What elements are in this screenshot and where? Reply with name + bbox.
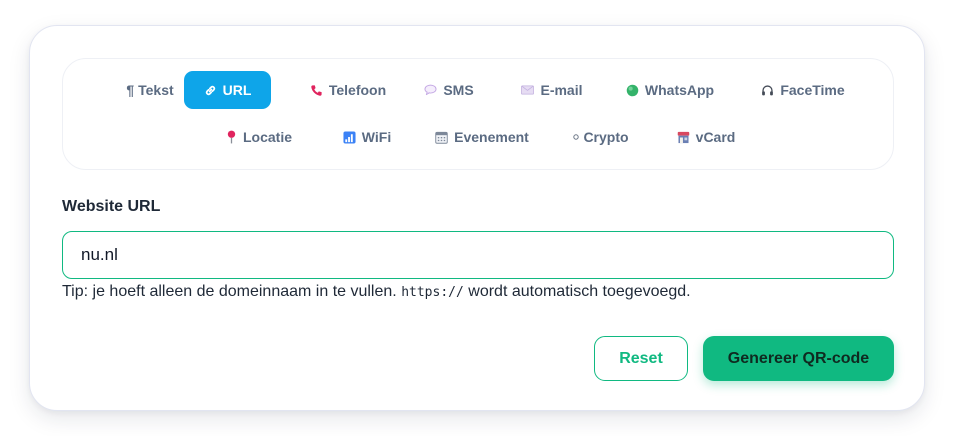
tab-label: Tekst — [138, 82, 174, 98]
signal-bars-icon — [343, 130, 356, 144]
tab-locatie[interactable]: Locatie — [221, 118, 297, 156]
generate-qr-button[interactable]: Genereer QR-code — [703, 336, 894, 381]
speech-bubble-icon — [424, 84, 437, 96]
input-tip: Tip: je hoeft alleen de domeinnaam in te… — [62, 283, 691, 301]
tab-label: vCard — [695, 129, 736, 145]
pilcrow-icon: ¶ — [126, 82, 135, 98]
tab-label: WhatsApp — [644, 82, 715, 98]
tab-label: SMS — [443, 82, 474, 98]
tab-whatsapp[interactable]: WhatsApp — [617, 71, 723, 109]
tab-url[interactable]: URL — [184, 71, 271, 109]
website-url-label: Website URL — [62, 198, 161, 215]
envelope-icon — [521, 85, 535, 95]
pushpin-icon — [226, 130, 237, 144]
headphones-icon — [761, 84, 774, 97]
tab-telefoon[interactable]: Telefoon — [288, 71, 408, 109]
website-url-input[interactable] — [62, 231, 894, 279]
link-icon — [204, 84, 217, 97]
tab-crypto[interactable]: Crypto — [563, 118, 639, 156]
tab-label: E-mail — [540, 82, 583, 98]
tab-evenement[interactable]: Evenement — [428, 118, 536, 156]
calendar-icon — [435, 131, 448, 144]
tab-vcard[interactable]: vCard — [666, 118, 746, 156]
tab-label: WiFi — [361, 129, 392, 145]
tab-label: Telefoon — [328, 82, 387, 98]
tab-label: Locatie — [242, 129, 292, 145]
tab-label: Crypto — [583, 129, 629, 145]
tab-label: URL — [222, 82, 252, 98]
tab-email[interactable]: E-mail — [512, 71, 592, 109]
tab-label: FaceTime — [780, 82, 845, 98]
tab-sms[interactable]: SMS — [417, 71, 481, 109]
tab-label: Evenement — [454, 129, 529, 145]
green-circle-icon — [626, 84, 639, 97]
tip-text: Tip: je hoeft alleen de domeinnaam in te… — [62, 283, 397, 300]
tab-facetime[interactable]: FaceTime — [753, 71, 853, 109]
contact-card-icon — [677, 131, 690, 144]
small-circle-icon — [573, 134, 580, 140]
qr-type-tabs: ¶ Tekst URL Telefoon SMS E-mail WhatsApp… — [62, 58, 894, 170]
tab-tekst[interactable]: ¶ Tekst — [103, 71, 197, 109]
tip-text-suffix: wordt automatisch toegevoegd. — [468, 283, 691, 300]
reset-button[interactable]: Reset — [594, 336, 688, 381]
qr-generator-card: ¶ Tekst URL Telefoon SMS E-mail WhatsApp… — [29, 25, 925, 411]
phone-icon — [310, 84, 323, 97]
tip-code: https:// — [401, 285, 464, 300]
tab-wifi[interactable]: WiFi — [331, 118, 403, 156]
